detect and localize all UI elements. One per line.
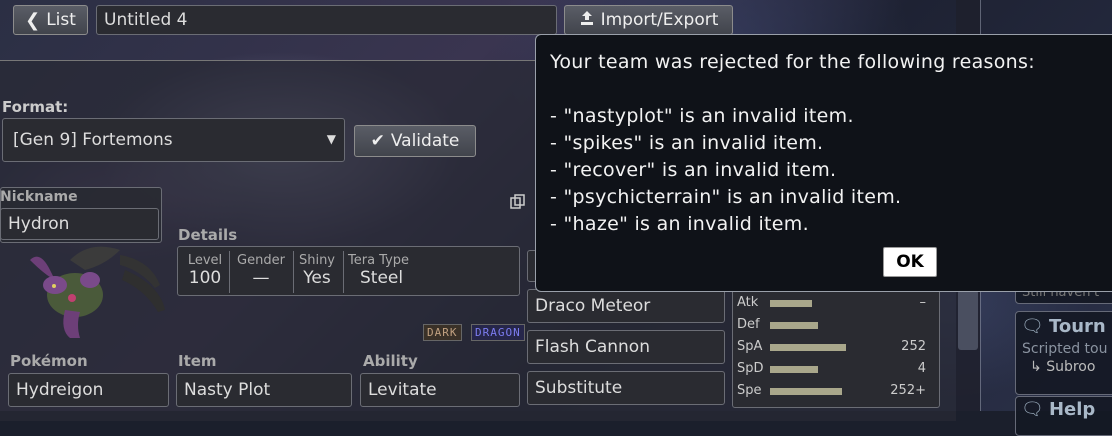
stat-ev-atk: –	[919, 295, 927, 310]
dialog-spacer	[550, 76, 1112, 103]
format-label: Format:	[2, 98, 69, 116]
tournaments-title: Tourn	[1048, 316, 1106, 337]
stat-bar-atk	[770, 300, 812, 307]
stat-label-def: Def	[737, 317, 760, 332]
stat-bar-def	[770, 322, 818, 329]
dialog-heading: Your team was rejected for the following…	[550, 51, 1035, 73]
stat-label-spe: Spe	[737, 383, 762, 398]
detail-tera-label: Tera Type	[348, 253, 410, 268]
sidebar-card-help[interactable]: 🗨 Help	[1015, 396, 1112, 436]
tournaments-subtitle: Scripted tou	[1022, 341, 1108, 357]
stat-bar-spa	[770, 344, 846, 351]
detail-shiny-value: Yes	[303, 268, 331, 288]
detail-divider	[229, 251, 230, 293]
detail-level-value: 100	[188, 268, 222, 288]
ok-button[interactable]: OK	[883, 247, 937, 277]
upload-icon	[579, 10, 595, 31]
detail-level: Level 100	[184, 253, 226, 288]
stat-ev-spa: 252	[901, 339, 926, 354]
stat-label-spd: SpD	[737, 361, 764, 376]
list-button-label: List	[46, 10, 76, 30]
check-icon: ✔	[370, 131, 385, 151]
sidebar-card-tournaments[interactable]: 🗨 Tourn Scripted tou ↳ Subroo	[1015, 311, 1112, 395]
format-select[interactable]: [Gen 9] Fortemons ▼	[2, 118, 345, 162]
detail-divider	[293, 251, 294, 293]
back-to-list-button[interactable]: ❮ List	[13, 5, 88, 35]
detail-level-label: Level	[187, 253, 223, 268]
stat-label-spa: SpA	[737, 339, 763, 354]
stat-bar-spd	[770, 366, 818, 373]
subroom-link[interactable]: ↳ Subroo	[1016, 357, 1112, 377]
stat-ev-spd: 4	[917, 361, 926, 376]
subroom-label: Subroo	[1046, 359, 1096, 375]
stat-ev-spe: 252+	[890, 383, 926, 398]
ability-label: Ability	[363, 352, 418, 370]
format-selected-value: [Gen 9] Fortemons	[13, 130, 173, 150]
detail-shiny: Shiny Yes	[295, 253, 339, 288]
subroom-arrow-icon: ↳	[1030, 359, 1042, 375]
stat-label-atk: Atk	[737, 295, 759, 310]
validation-dialog: Your team was rejected for the following…	[535, 34, 1112, 292]
chat-bubble-icon: 🗨	[1021, 316, 1044, 337]
import-export-button[interactable]: Import/Export	[564, 5, 733, 35]
dialog-reason: - "psychicterrain" is an invalid item.	[550, 186, 902, 208]
detail-gender-value: —	[252, 268, 270, 288]
detail-gender-label: Gender	[237, 253, 285, 268]
team-name-input[interactable]: Untitled 4	[96, 5, 557, 35]
nickname-label: Nickname	[0, 189, 78, 205]
pokemon-sprite	[10, 240, 170, 340]
stat-bar-spe	[770, 388, 842, 395]
item-input[interactable]: Nasty Plot	[176, 373, 352, 407]
move-2-input[interactable]: Draco Meteor	[527, 289, 725, 323]
dialog-reason: - "recover" is an invalid item.	[550, 159, 837, 181]
import-export-label: Import/Export	[600, 10, 719, 30]
ability-input[interactable]: Levitate	[360, 373, 520, 407]
species-input[interactable]: Hydreigon	[8, 373, 169, 407]
validate-button[interactable]: ✔ Validate	[354, 125, 476, 157]
item-label: Item	[178, 352, 217, 370]
type-badge-dragon: DRAGON	[471, 324, 525, 341]
type-badge-dark: DARK	[423, 324, 462, 341]
scrollbar-thumb[interactable]	[958, 290, 978, 350]
validate-label: Validate	[390, 131, 460, 151]
detail-tera: Tera Type Steel	[348, 253, 428, 288]
caret-down-icon: ▼	[326, 132, 336, 146]
chevron-left-icon: ❮	[25, 9, 41, 31]
details-label: Details	[178, 226, 238, 244]
help-title: Help	[1048, 399, 1096, 420]
detail-shiny-label: Shiny	[298, 253, 336, 268]
dialog-reason: - "spikes" is an invalid item.	[550, 132, 824, 154]
move-4-input[interactable]: Substitute	[527, 371, 725, 405]
chat-bubble-icon: 🗨	[1021, 399, 1044, 420]
detail-divider	[343, 251, 344, 293]
dialog-reason: - "nastyplot" is an invalid item.	[550, 105, 854, 127]
detail-gender: Gender —	[232, 253, 290, 288]
dialog-reason: - "haze" is an invalid item.	[550, 213, 809, 235]
species-label: Pokémon	[10, 352, 88, 370]
move-3-input[interactable]: Flash Cannon	[527, 330, 725, 364]
details-box[interactable]: Level 100 Gender — Shiny Yes Tera Type S…	[177, 246, 520, 296]
copy-icon[interactable]	[509, 193, 527, 215]
detail-tera-value: Steel	[360, 268, 404, 288]
nickname-input[interactable]: Hydron	[0, 208, 159, 240]
